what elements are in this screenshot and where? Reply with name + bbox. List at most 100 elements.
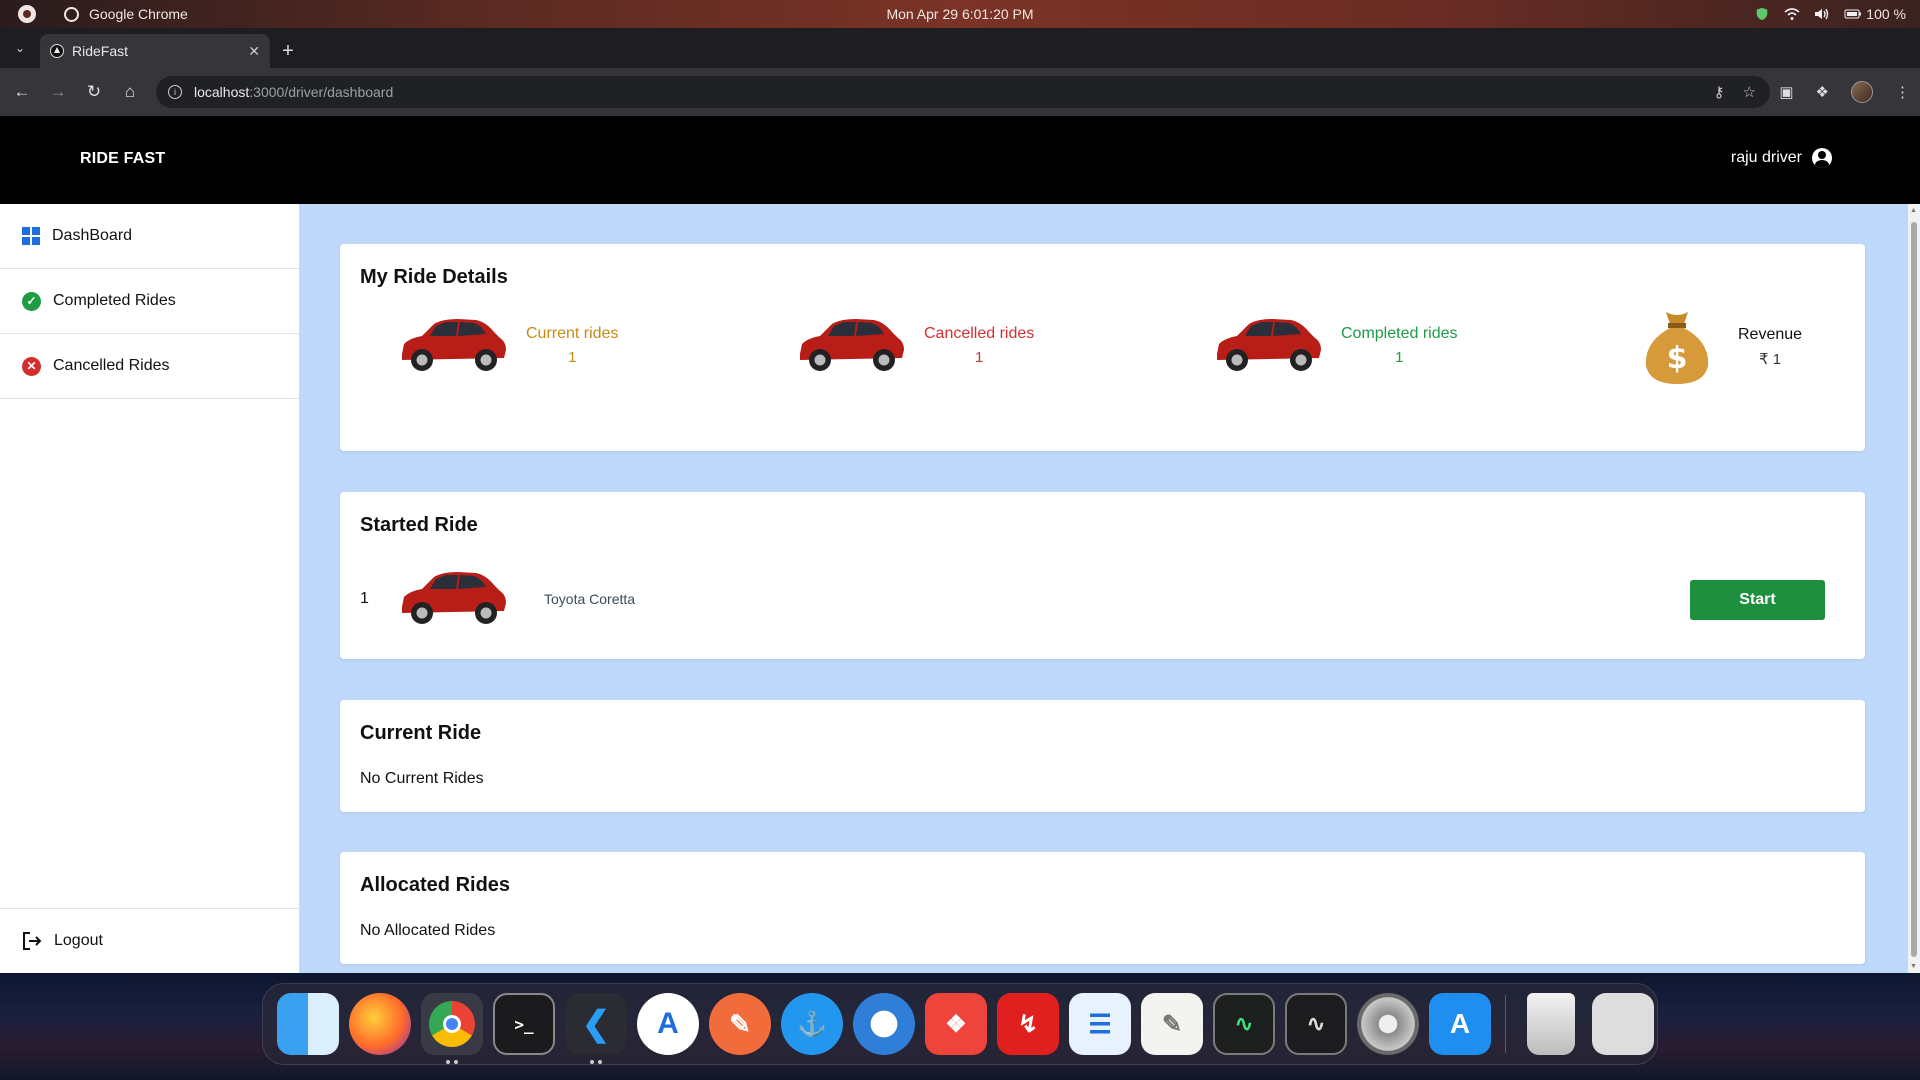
app-store-icon[interactable]: A [637,993,699,1055]
allocated-rides-title: Allocated Rides [360,874,511,896]
user-menu[interactable]: raju driver [1731,148,1832,168]
trash-icon[interactable] [1527,993,1575,1055]
more-menu-icon[interactable]: ⋮ [1895,83,1910,101]
home-icon[interactable]: ⌂ [112,74,148,110]
extensions-puzzle-icon[interactable]: ❖ [1816,83,1829,101]
shield-icon[interactable] [1754,7,1770,21]
vscode-icon[interactable]: ❮ [565,993,627,1064]
finder-icon[interactable] [277,993,339,1055]
desktop-dock-area: >_ ❮ A ✎ ⚓ ❖ ↯ ☰ ✎ ∿ ∿ A [0,973,1920,1080]
launchpad-icon[interactable] [1592,993,1654,1055]
clock[interactable]: Mon Apr 29 6:01:20 PM [886,6,1033,22]
user-name: raju driver [1730,149,1802,166]
new-tab-plus-icon[interactable]: + [270,34,306,68]
started-ride-card: Started Ride 1 Toyota Coretta Start [340,492,1865,659]
money-bag-icon: $ [1645,312,1709,384]
sidebar: DashBoard ✓ Completed Rides ✕ Cancelled … [0,204,300,973]
chrome-icon[interactable] [421,993,483,1064]
tab-ridefast[interactable]: RideFast ✕ [40,34,270,68]
thunderbird-icon[interactable] [853,993,915,1055]
sidebar-item-label: Completed Rides [53,292,176,309]
allocated-rides-card: Allocated Rides No Allocated Rides [340,852,1865,964]
logout-button[interactable]: Logout [0,908,300,973]
password-key-icon[interactable]: ⚷ [1714,83,1725,101]
start-ride-button[interactable]: Start [1690,580,1825,620]
site-info-icon[interactable]: i [168,85,182,99]
postman-icon[interactable]: ✎ [709,993,771,1055]
stat-value: 1 [1395,348,1404,366]
text-editor-icon[interactable]: ☰ [1069,993,1131,1055]
tab-strip: ⌄ RideFast ✕ + [0,28,1920,68]
scroll-down-arrow-icon[interactable]: ▼ [1910,963,1917,970]
os-logo-icon[interactable] [18,5,36,23]
scroll-up-arrow-icon[interactable]: ▲ [1910,207,1917,214]
sidebar-item-dashboard[interactable]: DashBoard [0,204,299,269]
activity-monitor-icon[interactable]: ∿ [1213,993,1275,1055]
logout-icon [23,932,42,950]
battery-percent: 100 % [1866,6,1906,22]
tab-search-chevron-icon[interactable]: ⌄ [0,28,40,68]
red-car-icon [800,319,904,371]
battery-icon [1844,9,1862,19]
anydesk-icon[interactable]: ❖ [925,993,987,1055]
allocated-rides-empty: No Allocated Rides [360,922,496,939]
reload-icon[interactable]: ↻ [76,74,112,110]
red-car-icon [402,319,506,371]
sidebar-item-label: DashBoard [52,227,133,244]
ride-details-card: My Ride Details Current rides 1 Cancelle… [340,244,1865,451]
browser-toolbar: ← → ↻ ⌂ i localhost:3000/driver/dashboar… [0,68,1920,116]
stat-value: 1 [568,348,577,366]
chrome-app-icon [64,6,79,22]
stat-current-rides: Current rides 1 [396,314,618,376]
stat-cancelled-rides: Cancelled rides 1 [794,314,1034,376]
terminal-icon[interactable]: >_ [493,993,555,1055]
os-menu-bar: Google Chrome Mon Apr 29 6:01:20 PM 100 … [0,0,1920,28]
cancel-circle-icon: ✕ [22,356,41,376]
back-arrow-icon[interactable]: ← [4,74,40,110]
system-monitor-icon[interactable]: ∿ [1285,993,1347,1055]
wifi-icon[interactable] [1784,7,1800,21]
software-updater-icon[interactable]: A [1429,993,1491,1055]
battery-indicator[interactable]: 100 % [1844,6,1906,22]
ride-number: 1 [360,590,369,607]
stat-label: Revenue [1738,326,1803,343]
volume-icon[interactable] [1814,7,1830,21]
docker-icon[interactable]: ⚓ [781,993,843,1055]
red-car-icon [402,572,506,624]
car-model: Toyota Coretta [544,591,636,607]
bookmark-star-icon[interactable]: ☆ [1743,83,1756,101]
dock: >_ ❮ A ✎ ⚓ ❖ ↯ ☰ ✎ ∿ ∿ A [262,983,1658,1065]
sidebar-item-completed-rides[interactable]: ✓ Completed Rides [0,269,299,334]
close-tab-icon[interactable]: ✕ [248,43,260,60]
page-scrollbar[interactable]: ▲ ▼ [1908,204,1920,973]
forward-arrow-icon[interactable]: → [40,74,76,110]
check-circle-icon: ✓ [22,291,41,311]
svg-text:$: $ [1667,341,1688,376]
stat-revenue: $ Revenue ₹ 1 [1636,306,1802,388]
stat-value: ₹ 1 [1758,351,1782,368]
settings-icon[interactable] [1357,993,1419,1055]
address-bar[interactable]: i localhost:3000/driver/dashboard ⚷ ☆ [156,76,1770,108]
pdf-reader-icon[interactable]: ↯ [997,993,1059,1055]
logout-label: Logout [54,932,103,949]
sidebar-panel-icon[interactable]: ▣ [1779,83,1793,101]
profile-avatar[interactable] [1851,81,1873,103]
scroll-thumb[interactable] [1911,222,1917,957]
sidebar-item-cancelled-rides[interactable]: ✕ Cancelled Rides [0,334,299,399]
url-path: :3000/driver/dashboard [249,84,394,100]
url-host: localhost [194,84,250,100]
stat-label: Current rides [526,324,619,342]
tab-title: RideFast [72,43,129,59]
active-app-name[interactable]: Google Chrome [89,6,188,22]
firefox-icon[interactable] [349,993,411,1055]
current-ride-empty: No Current Rides [360,770,484,787]
notes-icon[interactable]: ✎ [1141,993,1203,1055]
started-ride-title: Started Ride [360,514,478,536]
ride-details-title: My Ride Details [360,266,508,288]
current-ride-card: Current Ride No Current Rides [340,700,1865,812]
stat-completed-rides: Completed rides 1 [1211,314,1458,376]
stat-value: 1 [974,348,984,366]
brand-logo[interactable]: RIDE FAST [80,150,165,168]
account-circle-icon[interactable] [1812,148,1832,168]
app-viewport: RIDE FAST raju driver DashBoard ✓ Comple… [0,116,1920,973]
